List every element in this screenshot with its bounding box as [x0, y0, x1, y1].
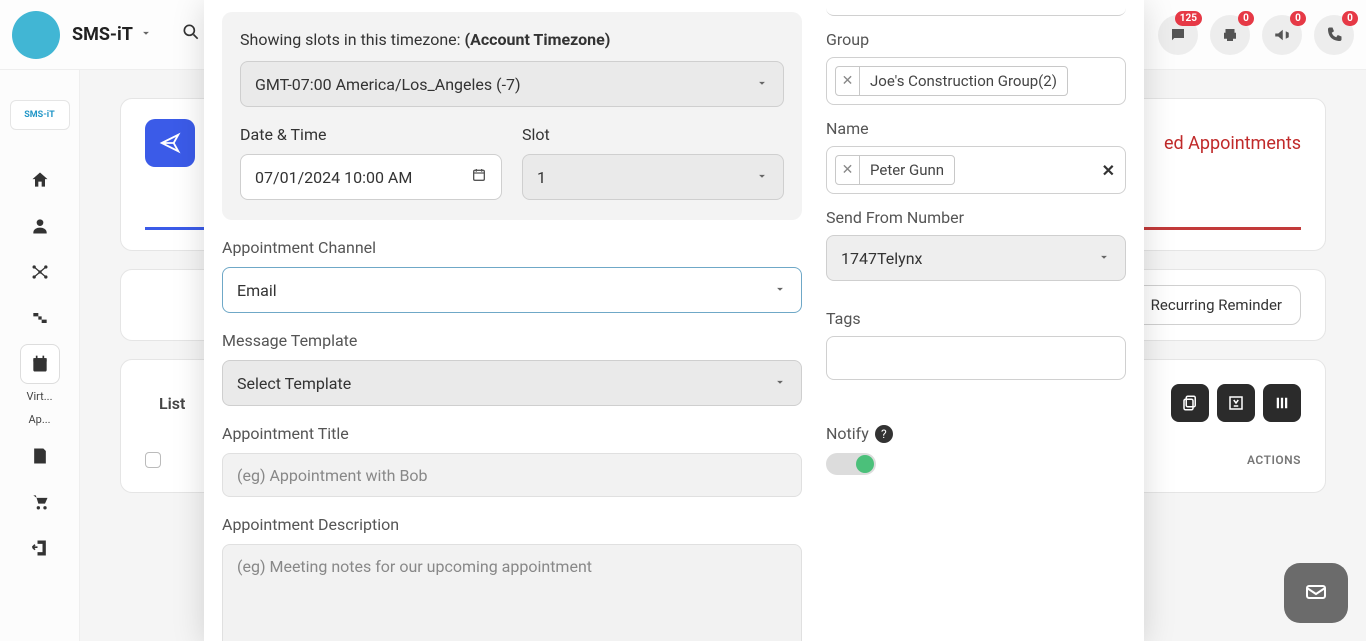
network-icon[interactable]	[20, 252, 60, 292]
select-all-checkbox[interactable]	[145, 452, 161, 468]
template-label: Message Template	[222, 331, 802, 350]
desc-textarea[interactable]: (eg) Meeting notes for our upcoming appo…	[222, 544, 802, 641]
channel-value: Email	[237, 281, 277, 300]
datetime-input[interactable]: 07/01/2024 10:00 AM	[240, 154, 502, 200]
chevron-down-icon	[1097, 249, 1111, 268]
remove-chip-icon[interactable]: ✕	[836, 67, 860, 95]
tags-field[interactable]	[826, 336, 1126, 380]
print-button[interactable]: 0	[1210, 15, 1250, 55]
clear-field-icon[interactable]: ✕	[1102, 161, 1115, 180]
toggle-knob	[856, 455, 874, 473]
columns-icon[interactable]	[1263, 384, 1301, 422]
send-button[interactable]	[145, 119, 195, 167]
search-icon[interactable]	[181, 22, 201, 47]
chevron-down-icon[interactable]	[139, 26, 153, 43]
slot-value: 1	[537, 168, 546, 187]
slot-select[interactable]: 1	[522, 154, 784, 200]
timezone-value: GMT-07:00 America/Los_Angeles (-7)	[255, 75, 521, 94]
timezone-prefix: Showing slots in this timezone:	[240, 30, 464, 49]
export-icon[interactable]	[1217, 384, 1255, 422]
notify-label: Notify	[826, 424, 869, 443]
desc-placeholder: (eg) Meeting notes for our upcoming appo…	[237, 557, 592, 576]
notes-icon[interactable]	[20, 436, 60, 476]
group-label: Group	[826, 30, 1126, 49]
name-chip-label: Peter Gunn	[860, 157, 954, 183]
tags-label: Tags	[826, 309, 1126, 328]
red-tab-underline	[1121, 227, 1301, 230]
name-chip: ✕ Peter Gunn	[835, 155, 955, 185]
group-field[interactable]: ✕ Joe's Construction Group(2)	[826, 57, 1126, 105]
chevron-down-icon	[755, 168, 769, 187]
brand-name[interactable]: SMS-iT	[72, 24, 133, 45]
sendfrom-select[interactable]: 1747Telynx	[826, 235, 1126, 281]
list-view-label[interactable]: List	[159, 394, 185, 413]
remove-chip-icon[interactable]: ✕	[836, 156, 860, 184]
phone-button[interactable]: 0	[1314, 15, 1354, 55]
announce-badge: 0	[1290, 11, 1306, 26]
title-input[interactable]: (eg) Appointment with Bob	[222, 453, 802, 497]
print-badge: 0	[1238, 11, 1254, 26]
datetime-value: 07/01/2024 10:00 AM	[255, 168, 412, 187]
name-field[interactable]: ✕ Peter Gunn ✕	[826, 146, 1126, 194]
help-icon[interactable]: ?	[875, 425, 893, 443]
group-chip-label: Joe's Construction Group(2)	[860, 68, 1067, 94]
cart-icon[interactable]	[20, 482, 60, 522]
title-placeholder: (eg) Appointment with Bob	[237, 466, 428, 485]
sidebar-logo[interactable]: SMS-iT	[10, 100, 70, 130]
announce-button[interactable]: 0	[1262, 15, 1302, 55]
tab-appointments-partial[interactable]: ed Appointments	[1164, 133, 1301, 154]
calendar-icon[interactable]	[471, 167, 487, 187]
datetime-label: Date & Time	[240, 125, 502, 144]
template-select[interactable]: Select Template	[222, 360, 802, 406]
sendfrom-value: 1747Telynx	[841, 249, 922, 268]
timezone-box: Showing slots in this timezone: (Account…	[222, 12, 802, 220]
chat-badge: 125	[1175, 11, 1202, 26]
slot-label: Slot	[522, 125, 784, 144]
chevron-down-icon	[755, 75, 769, 94]
timezone-label: Showing slots in this timezone: (Account…	[240, 30, 784, 49]
template-value: Select Template	[237, 374, 351, 393]
notify-toggle[interactable]	[826, 453, 876, 475]
group-chip: ✕ Joe's Construction Group(2)	[835, 66, 1068, 96]
calendar-icon[interactable]	[20, 344, 60, 384]
chat-button[interactable]: 125	[1158, 15, 1198, 55]
copy-icon[interactable]	[1171, 384, 1209, 422]
user-icon[interactable]	[20, 206, 60, 246]
sidebar-label-virtual[interactable]: Virt...	[10, 390, 70, 403]
desc-label: Appointment Description	[222, 515, 802, 534]
sidebar: SMS-iT Virt... Ap...	[0, 70, 80, 641]
appointment-modal: Showing slots in this timezone: (Account…	[204, 0, 1144, 641]
prior-field-bottom	[826, 0, 1126, 16]
home-icon[interactable]	[20, 160, 60, 200]
chat-fab[interactable]	[1284, 563, 1348, 623]
pipeline-icon[interactable]	[20, 298, 60, 338]
chevron-down-icon	[773, 374, 787, 393]
avatar[interactable]	[12, 11, 60, 59]
timezone-select[interactable]: GMT-07:00 America/Los_Angeles (-7)	[240, 61, 784, 107]
recurring-reminder-button[interactable]: Recurring Reminder	[1132, 285, 1301, 325]
actions-column-header: ACTIONS	[1247, 453, 1301, 467]
sidebar-label-appointments[interactable]: Ap...	[10, 413, 70, 426]
sendfrom-label: Send From Number	[826, 208, 1126, 227]
timezone-bold: (Account Timezone)	[464, 30, 610, 49]
title-label: Appointment Title	[222, 424, 802, 443]
channel-select[interactable]: Email	[222, 267, 802, 313]
logout-icon[interactable]	[20, 528, 60, 568]
channel-label: Appointment Channel	[222, 238, 802, 257]
name-label: Name	[826, 119, 1126, 138]
phone-badge: 0	[1342, 11, 1358, 26]
chevron-down-icon	[773, 281, 787, 300]
